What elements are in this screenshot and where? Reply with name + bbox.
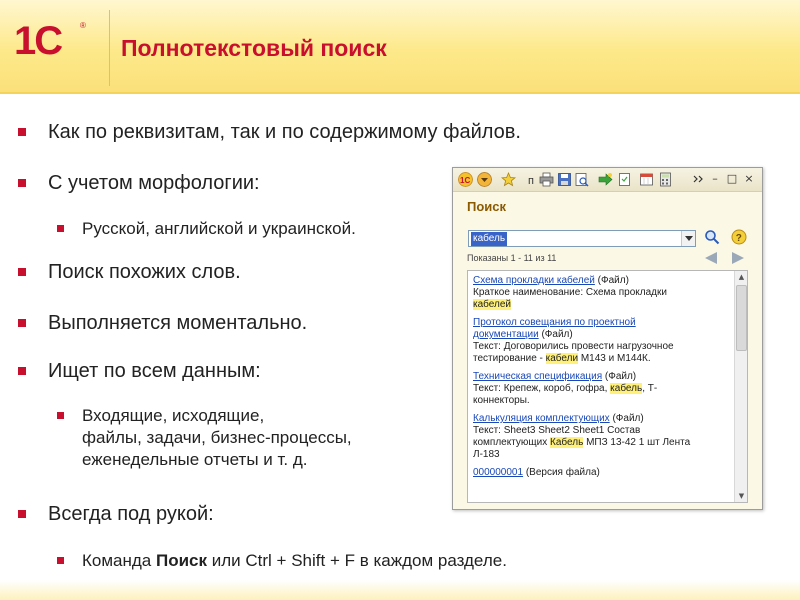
search-result-item: Калькуляция комплектующих (Файл) Текст: S… <box>473 413 731 461</box>
snippet-text: М143 и М144К. <box>578 353 651 364</box>
search-result-type: (Файл) <box>538 329 573 340</box>
search-result-snippet: тестирование - кабели М143 и М144К. <box>473 353 731 365</box>
print-icon[interactable] <box>539 172 554 187</box>
forward-icon[interactable] <box>598 172 613 187</box>
search-result-item: Техническая спецификация (Файл) Текст: Кр… <box>473 371 731 407</box>
snippet-text: Текст: Sheet3 Sheet2 Sheet1 Состав <box>473 425 641 436</box>
calendar-icon[interactable] <box>639 172 654 187</box>
search-highlight: кабель <box>610 383 643 394</box>
search-command-name: Поиск <box>156 551 208 570</box>
snippet-text: Л-183 <box>473 449 500 460</box>
bullet-item: С учетом морфологии: <box>18 172 260 194</box>
bullet-item: Как по реквизитам, так и по содержимому … <box>18 121 521 143</box>
search-result-link[interactable]: Калькуляция комплектующих <box>473 413 610 424</box>
search-result-type: (Файл) <box>609 413 644 424</box>
scroll-up-button[interactable]: ▲ <box>736 271 747 283</box>
search-result-link[interactable]: Техническая спецификация <box>473 371 602 382</box>
minimize-button[interactable]: – <box>708 170 722 188</box>
search-result-snippet: кабелей <box>473 299 731 311</box>
search-result-link[interactable]: Протокол совещания по проектной <box>473 317 636 328</box>
logo-1c-icon[interactable]: 1С <box>458 172 473 187</box>
search-highlight: кабели <box>545 353 579 364</box>
window-toolbar: 1С п – □ × <box>453 168 762 192</box>
svg-text:?: ? <box>736 233 742 244</box>
sub-bullet-line: еженедельные отчеты и т. д. <box>82 450 308 469</box>
bullet-item: Всегда под рукой: <box>18 503 214 525</box>
search-results-list: Схема прокладки кабелей (Файл) Краткое на… <box>473 275 731 485</box>
logo-text: 1С <box>14 19 62 63</box>
search-input[interactable]: кабель <box>468 230 696 247</box>
search-result-type: (Файл) <box>602 371 637 382</box>
header-rule <box>0 92 800 94</box>
snippet-text: комплектующих <box>473 437 551 448</box>
sub-bullet-text: Русской, английской и украинской. <box>82 219 356 238</box>
search-result-link[interactable]: Схема прокладки кабелей <box>473 275 595 286</box>
results-count: Показаны 1 - 11 из 11 <box>467 253 557 263</box>
search-query-text[interactable]: кабель <box>471 232 508 246</box>
search-result-item: 000000001 (Версия файла) <box>473 467 731 479</box>
sub-bullet-text: Команда <box>82 551 156 570</box>
snippet-text: , Т- <box>642 383 658 394</box>
search-result-snippet: Текст: Sheet3 Sheet2 Sheet1 Состав <box>473 425 731 437</box>
search-highlight: кабелей <box>473 299 511 310</box>
search-result-link[interactable]: документации <box>473 329 539 340</box>
search-result-item: Протокол совещания по проектной документа… <box>473 317 731 365</box>
sub-bullet-line: файлы, задачи, бизнес-процессы, <box>82 428 352 447</box>
preview-icon[interactable] <box>574 172 589 187</box>
search-icon[interactable] <box>704 229 720 245</box>
snippet-text: тестирование - <box>473 353 546 364</box>
logo-1c-icon: 1С ® <box>14 19 86 63</box>
slide-footer <box>0 580 800 600</box>
help-icon[interactable]: ? <box>731 229 747 245</box>
scroll-down-button[interactable]: ▼ <box>736 490 747 502</box>
close-button[interactable]: × <box>742 170 756 188</box>
snippet-text: Краткое наименование: Схема прокладки <box>473 287 667 298</box>
bullet-item: Выполняется моментально. <box>17 312 308 334</box>
scroll-thumb[interactable] <box>736 285 747 351</box>
search-window: 1С п – □ × Поиск кабель ? Показаны 1 - 1… <box>452 167 763 510</box>
next-arrow-icon[interactable] <box>731 252 745 264</box>
svg-text:п: п <box>528 175 534 187</box>
save-icon[interactable] <box>557 172 572 187</box>
previous-arrow-icon[interactable] <box>704 252 718 264</box>
document-icon[interactable] <box>617 172 632 187</box>
snippet-text: коннекторы. <box>473 395 530 406</box>
snippet-text: МПЗ 13-42 1 шт Лента <box>583 437 691 448</box>
snippet-text: Текст: Договорились провести нагрузочное <box>473 341 674 352</box>
search-results: Схема прокладки кабелей (Файл) Краткое на… <box>467 270 748 503</box>
sub-bullet-item: Русской, английской и украинской. <box>57 218 356 240</box>
search-result-snippet: Текст: Договорились провести нагрузочное <box>473 341 731 353</box>
search-result-snippet: коннекторы. <box>473 395 731 407</box>
snippet-text: Текст: Крепеж, короб, гофра, <box>473 383 611 394</box>
sub-bullet-item: Команда Поиск или Ctrl + Shift + F в каж… <box>57 550 507 572</box>
search-result-link[interactable]: 000000001 <box>473 467 523 478</box>
search-window-title: Поиск <box>467 199 507 214</box>
calculator-icon[interactable] <box>658 172 673 187</box>
search-result-snippet: Текст: Крепеж, короб, гофра, кабель, Т- <box>473 383 731 395</box>
search-result-type: (Файл) <box>594 275 629 286</box>
maximize-button[interactable]: □ <box>725 170 739 188</box>
search-result-type: (Версия файла) <box>523 467 600 478</box>
more-icon[interactable] <box>691 172 706 187</box>
search-history-dropdown[interactable] <box>681 231 695 246</box>
sub-bullet-item: Входящие, исходящие, файлы, задачи, бизн… <box>57 405 352 471</box>
bullet-item: Ищет по всем данным: <box>18 360 261 382</box>
slide-title: Полнотекстовый поиск <box>121 35 387 61</box>
search-highlight: Кабель <box>550 437 584 448</box>
sub-bullet-text: или Ctrl + Shift + F в каждом разделе. <box>207 551 507 570</box>
bullet-item: Поиск похожих слов. <box>18 261 241 283</box>
dropdown-menu-icon[interactable] <box>477 172 492 187</box>
search-result-item: Схема прокладки кабелей (Файл) Краткое на… <box>473 275 731 311</box>
search-result-snippet: Краткое наименование: Схема прокладки <box>473 287 731 299</box>
svg-text:®: ® <box>80 21 86 30</box>
results-scrollbar[interactable]: ▲ ▼ <box>734 271 747 502</box>
header-divider <box>109 10 110 86</box>
search-result-snippet: комплектующих Кабель МПЗ 13-42 1 шт Лент… <box>473 437 731 449</box>
svg-text:1С: 1С <box>460 176 470 185</box>
sub-bullet-line: Входящие, исходящие, <box>82 406 265 425</box>
search-result-snippet: Л-183 <box>473 449 731 461</box>
slide-header: 1С ® Полнотекстовый поиск <box>0 0 800 92</box>
favorites-star-icon[interactable] <box>501 172 516 187</box>
